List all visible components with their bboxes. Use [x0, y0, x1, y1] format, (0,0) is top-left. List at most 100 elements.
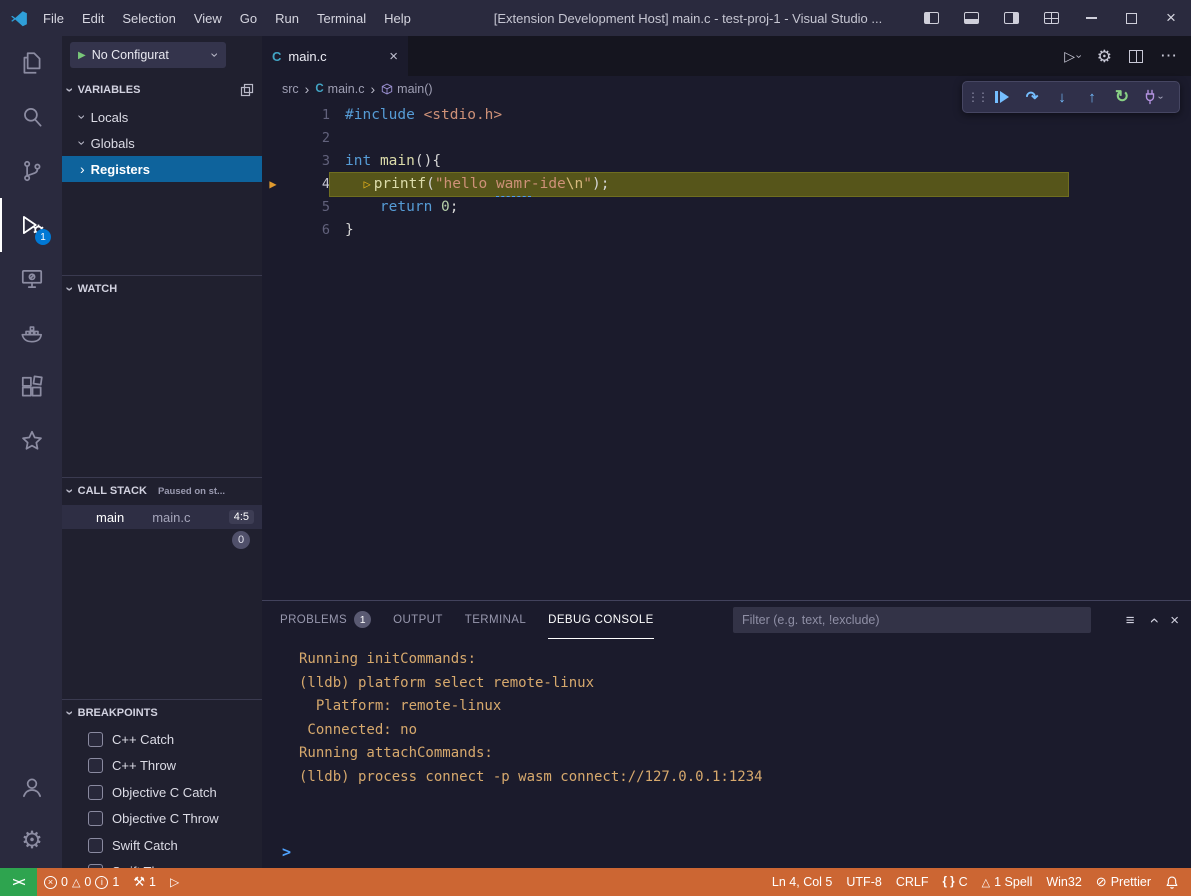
variables-item-registers[interactable]: › Registers [62, 156, 262, 182]
breadcrumb-main-symbol[interactable]: main() [381, 82, 432, 96]
language-mode[interactable]: { } C [935, 868, 974, 896]
menu-help[interactable]: Help [375, 5, 420, 31]
section-divider [62, 275, 262, 276]
toggle-sidebar-icon[interactable] [911, 0, 951, 36]
activity-accounts[interactable] [0, 760, 62, 814]
encoding-indicator[interactable]: UTF-8 [839, 868, 888, 896]
customize-layout-icon[interactable] [1031, 0, 1071, 36]
split-editor-icon[interactable] [1129, 50, 1143, 63]
minimize-button[interactable] [1071, 0, 1111, 36]
platform-indicator[interactable]: Win32 [1039, 868, 1088, 896]
menu-terminal[interactable]: Terminal [308, 5, 375, 31]
close-panel-icon[interactable]: × [1170, 612, 1179, 629]
maximize-button[interactable] [1111, 0, 1151, 36]
tools-icon: ⚒ [133, 874, 145, 890]
breakpoint-objc-throw[interactable]: Objective C Throw [62, 806, 262, 830]
code-line-5: 5 return 0; [262, 196, 1191, 219]
breakpoint-gutter[interactable] [262, 127, 284, 150]
checkbox[interactable] [88, 732, 103, 747]
activity-marketplace[interactable] [0, 414, 62, 468]
circle-slash-icon: ⊘ [1096, 874, 1107, 890]
maximize-panel-icon[interactable]: › [1144, 617, 1161, 623]
menu-file[interactable]: File [34, 5, 73, 31]
debug-sidebar: ▶ No Configurat › › VARIABLES › Locals ›… [62, 36, 262, 868]
menu-run[interactable]: Run [266, 5, 308, 31]
breakpoint-gutter[interactable] [262, 219, 284, 242]
breakpoint-gutter[interactable] [262, 150, 284, 173]
menu-go[interactable]: Go [231, 5, 266, 31]
spell-checker-status[interactable]: △ 1 Spell [975, 868, 1040, 896]
cursor-position[interactable]: Ln 4, Col 5 [765, 868, 839, 896]
continue-button[interactable] [988, 84, 1016, 110]
step-out-button[interactable]: ↑ [1078, 84, 1106, 110]
activity-source-control[interactable] [0, 144, 62, 198]
activity-search[interactable] [0, 90, 62, 144]
activity-run-debug[interactable]: 1 [0, 198, 62, 252]
run-file-button[interactable]: ▷ › [1064, 48, 1079, 65]
breakpoint-gutter[interactable] [262, 104, 284, 127]
close-tab-icon[interactable]: × [389, 48, 398, 65]
activity-explorer[interactable] [0, 36, 62, 90]
watch-section-header[interactable]: › WATCH [62, 277, 262, 301]
activity-docker[interactable] [0, 306, 62, 360]
breakpoint-gutter[interactable] [262, 196, 284, 219]
debug-configuration-label: No Configurat [92, 48, 208, 62]
menu-view[interactable]: View [185, 5, 231, 31]
tab-debug-console[interactable]: DEBUG CONSOLE [548, 601, 654, 639]
checkbox[interactable] [88, 838, 103, 853]
notifications-bell[interactable] [1158, 868, 1191, 896]
tab-output[interactable]: OUTPUT [393, 601, 443, 639]
toolchain-status[interactable]: ⚒ 1 [126, 868, 163, 896]
checkbox[interactable] [88, 785, 103, 800]
activity-extensions[interactable] [0, 360, 62, 414]
close-button[interactable]: × [1151, 0, 1191, 36]
menu-edit[interactable]: Edit [73, 5, 113, 31]
breakpoint-swift-throw[interactable]: Swift Throw [62, 859, 262, 868]
split-panes-icon[interactable] [240, 83, 254, 97]
toggle-panel-icon[interactable] [951, 0, 991, 36]
more-actions-icon[interactable]: ⋯ [1160, 46, 1177, 66]
debug-status[interactable]: ▷ [163, 868, 186, 896]
breakpoint-cpp-catch[interactable]: C++ Catch [62, 727, 262, 751]
disconnect-button[interactable]: › [1138, 84, 1166, 110]
restart-button[interactable]: ↻ [1108, 84, 1136, 110]
code-editor[interactable]: 1 #include <stdio.h> 2 3 int main(){ ▶ 4… [262, 102, 1191, 242]
breakpoint-gutter[interactable]: ▶ [262, 173, 284, 196]
menu-bar: File Edit Selection View Go Run Terminal… [34, 5, 420, 31]
breakpoint-objc-catch[interactable]: Objective C Catch [62, 780, 262, 804]
menu-selection[interactable]: Selection [113, 5, 184, 31]
tab-bar: C main.c × ▷ › ⚙ ⋯ [262, 36, 1191, 76]
console-filter-input[interactable] [733, 607, 1091, 633]
toggle-secondary-sidebar-icon[interactable] [991, 0, 1031, 36]
problems-status[interactable]: × 0 △ 0 i 1 [37, 868, 126, 896]
inline-breakpoint-icon[interactable]: ▷ [363, 173, 370, 196]
tab-main-c[interactable]: C main.c × [262, 36, 408, 76]
variables-section-header[interactable]: › VARIABLES [62, 78, 262, 102]
output-actions-icon[interactable]: ≡ [1126, 612, 1135, 629]
variables-item-globals[interactable]: › Globals [62, 130, 262, 156]
formatter-status[interactable]: ⊘ Prettier [1089, 868, 1158, 896]
eol-indicator[interactable]: CRLF [889, 868, 936, 896]
breadcrumb-src[interactable]: src [282, 82, 299, 96]
chevron-down-icon: › [75, 115, 89, 120]
variables-item-locals[interactable]: › Locals [62, 104, 262, 130]
activity-remote-explorer[interactable] [0, 252, 62, 306]
activity-settings[interactable]: ⚙ [0, 814, 62, 868]
drag-handle[interactable]: ⋮⋮ [968, 84, 986, 110]
breakpoints-section-header[interactable]: › BREAKPOINTS [62, 701, 262, 725]
debug-configuration-dropdown[interactable]: ▶ No Configurat › [70, 42, 226, 68]
step-into-button[interactable]: ↓ [1048, 84, 1076, 110]
step-over-button[interactable]: ↷ [1018, 84, 1046, 110]
console-input-prompt[interactable]: > [282, 843, 291, 861]
breakpoint-swift-catch[interactable]: Swift Catch [62, 833, 262, 857]
remote-indicator[interactable]: >< [0, 868, 37, 896]
checkbox[interactable] [88, 758, 103, 773]
tab-problems[interactable]: PROBLEMS 1 [280, 601, 371, 639]
breakpoint-cpp-throw[interactable]: C++ Throw [62, 753, 262, 777]
call-stack-section-header[interactable]: › CALL STACK Paused on st... [62, 479, 262, 503]
checkbox[interactable] [88, 811, 103, 826]
stack-frame-row[interactable]: main main.c 4:5 [62, 505, 262, 529]
breadcrumb-main-c[interactable]: C main.c [315, 82, 364, 96]
tab-terminal[interactable]: TERMINAL [465, 601, 526, 639]
settings-gear-icon[interactable]: ⚙ [1097, 48, 1112, 65]
